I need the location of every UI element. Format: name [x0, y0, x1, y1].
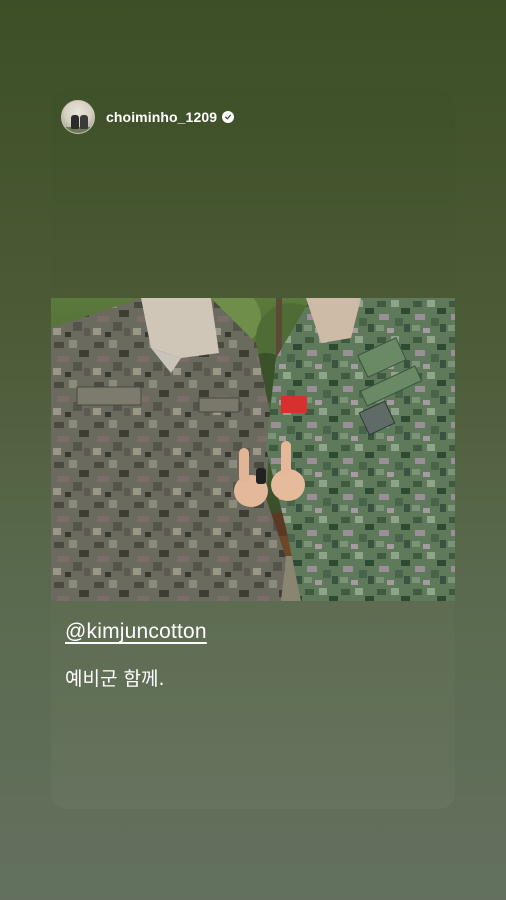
story-photo	[51, 298, 455, 601]
story-card: choiminho_1209 @kimjuncotton 예비군 함께.	[51, 90, 455, 809]
username[interactable]: choiminho_1209	[106, 109, 217, 125]
verified-badge-icon	[222, 111, 235, 123]
mention-link[interactable]: @kimjuncotton	[65, 620, 207, 644]
story-header: choiminho_1209	[61, 100, 235, 134]
avatar[interactable]	[61, 100, 95, 134]
story-caption: 예비군 함께.	[65, 668, 165, 690]
